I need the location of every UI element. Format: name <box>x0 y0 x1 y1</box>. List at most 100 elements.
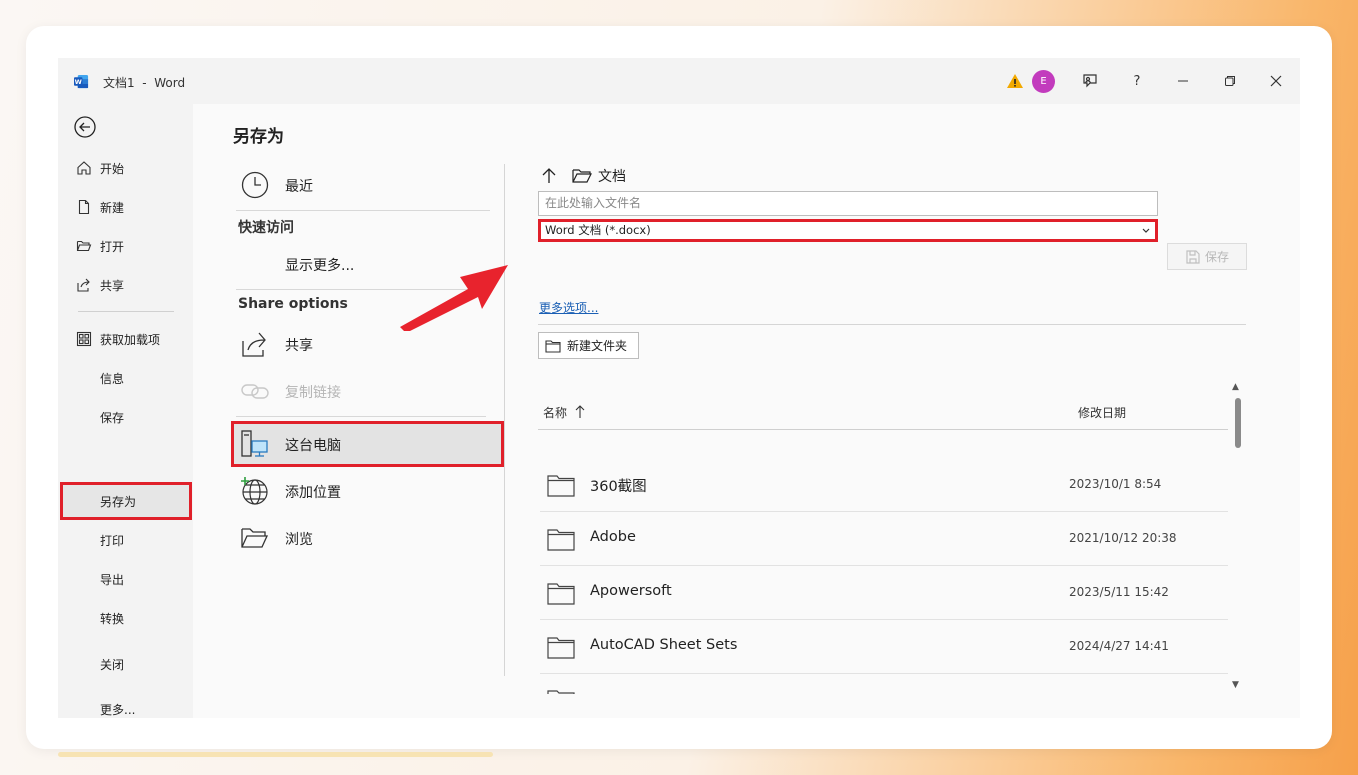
svg-text:W: W <box>75 78 83 86</box>
nav-export[interactable]: 导出 <box>58 564 193 594</box>
sort-ascending-icon <box>575 405 585 418</box>
scroll-up-icon[interactable]: ▲ <box>1232 382 1239 392</box>
user-avatar[interactable]: E <box>1032 70 1055 93</box>
nav-transform[interactable]: 转换 <box>58 603 193 633</box>
nav-print[interactable]: 打印 <box>58 525 193 555</box>
nav-label: 保存 <box>100 410 125 425</box>
file-row[interactable]: 360截图 2023/10/1 8:54 <box>540 458 1228 512</box>
file-type-select[interactable]: Word 文档 (*.docx) <box>538 219 1158 242</box>
this-pc-highlight <box>231 421 504 467</box>
folder-icon <box>547 690 575 694</box>
nav-divider <box>78 311 174 312</box>
nav-label: 关闭 <box>100 657 125 672</box>
location-this-pc[interactable]: 这台电脑 <box>285 435 341 455</box>
nav-info[interactable]: 信息 <box>58 363 193 393</box>
nav-get-addins[interactable]: 获取加载项 <box>58 324 193 354</box>
backstage-nav: 开始 新建 打开 共享 获取加载项 信息 保存 另存为 打印 导出 转换 关闭 … <box>58 104 193 718</box>
computer-icon <box>241 430 268 457</box>
folder-icon <box>547 475 575 497</box>
location-add-place[interactable]: 添加位置 <box>285 482 341 502</box>
up-arrow-icon[interactable] <box>540 167 558 185</box>
save-button[interactable]: 保存 <box>1167 243 1247 270</box>
addins-grid-icon <box>76 331 92 347</box>
word-window: W 文档1 - Word E ? 开始 新建 打开 共享 获取加载项 信息 保存… <box>58 58 1300 718</box>
red-annotation-arrow-icon <box>400 265 508 331</box>
close-icon <box>1270 75 1282 87</box>
open-folder-icon <box>76 240 92 252</box>
column-date-header[interactable]: 修改日期 <box>1078 404 1126 421</box>
file-row[interactable]: AutoCAD Sheet Sets 2024/4/27 14:41 <box>540 620 1228 674</box>
save-label: 保存 <box>1204 250 1229 264</box>
show-more-link[interactable]: 显示更多... <box>285 255 354 275</box>
decorative-underline <box>58 752 493 757</box>
folder-icon <box>547 583 575 605</box>
nav-label: 共享 <box>100 278 125 293</box>
nav-label: 信息 <box>100 371 125 386</box>
share-icon <box>77 278 90 292</box>
minimize-icon <box>1178 80 1188 82</box>
nav-label: 转换 <box>100 611 125 626</box>
nav-save-as[interactable]: 另存为 <box>58 486 193 516</box>
file-row[interactable]: Adobe 2021/10/12 20:38 <box>540 512 1228 566</box>
nav-save[interactable]: 保存 <box>58 402 193 432</box>
nav-label: 新建 <box>100 200 125 215</box>
nav-label: 获取加载项 <box>100 332 161 347</box>
page-title: 另存为 <box>233 127 284 147</box>
new-folder-icon <box>545 339 561 353</box>
nav-label: 导出 <box>100 572 125 587</box>
scroll-down-icon[interactable]: ▼ <box>1232 680 1239 690</box>
nav-label: 打开 <box>100 239 125 254</box>
folder-open-icon <box>241 528 269 548</box>
nav-label: 开始 <box>100 161 125 176</box>
restore-button[interactable] <box>1215 68 1245 94</box>
column-name-label: 名称 <box>543 406 568 420</box>
file-name: Apowersoft <box>590 583 672 599</box>
right-divider <box>538 324 1246 325</box>
file-name: AutoCAD Sheet Sets <box>590 637 738 653</box>
column-name-header[interactable]: 名称 <box>543 404 585 421</box>
warning-icon[interactable] <box>1006 72 1024 90</box>
save-icon <box>1186 249 1200 264</box>
back-arrow-icon[interactable] <box>73 115 97 139</box>
path-folder-name[interactable]: 文档 <box>598 166 626 186</box>
location-share[interactable]: 共享 <box>285 335 313 355</box>
mid-divider <box>236 210 490 211</box>
help-button[interactable]: ? <box>1122 68 1152 94</box>
scrollbar-thumb[interactable] <box>1235 398 1241 448</box>
folder-icon <box>572 169 592 183</box>
nav-share[interactable]: 共享 <box>58 270 193 300</box>
location-copy-link: 复制链接 <box>285 385 341 401</box>
list-header-divider <box>538 429 1228 430</box>
nav-home[interactable]: 开始 <box>58 153 193 183</box>
filename-input[interactable]: 在此处输入文件名 <box>538 191 1158 216</box>
file-name: 360截图 <box>590 479 647 495</box>
path-row: 文档 <box>540 166 626 186</box>
close-button[interactable] <box>1261 68 1291 94</box>
word-logo-icon: W <box>74 74 89 89</box>
help-icon: ? <box>1133 73 1141 89</box>
new-document-icon <box>78 199 90 215</box>
nav-more[interactable]: 更多... <box>58 694 193 718</box>
folder-icon <box>547 529 575 551</box>
mid-divider <box>236 416 486 417</box>
file-row[interactable]: Apowersoft 2023/5/11 15:42 <box>540 566 1228 620</box>
more-options-link[interactable]: 更多选项... <box>539 299 598 316</box>
location-browse[interactable]: 浏览 <box>285 529 313 549</box>
title-bar: W 文档1 - Word E ? <box>58 58 1300 104</box>
file-date: 2021/10/12 20:38 <box>1069 531 1177 545</box>
minimize-button[interactable] <box>1168 68 1198 94</box>
restore-icon <box>1225 76 1235 86</box>
nav-open[interactable]: 打开 <box>58 231 193 261</box>
nav-close[interactable]: 关闭 <box>58 649 193 679</box>
feedback-icon <box>1083 74 1097 88</box>
new-folder-label: 新建文件夹 <box>567 339 628 353</box>
file-date: 2023/5/11 15:42 <box>1069 585 1169 599</box>
nav-new[interactable]: 新建 <box>58 192 193 222</box>
new-folder-button[interactable]: 新建文件夹 <box>538 332 639 359</box>
feedback-button[interactable] <box>1075 68 1105 94</box>
column-date-label: 修改日期 <box>1078 406 1127 420</box>
column-divider <box>504 164 505 676</box>
globe-add-icon <box>241 477 268 505</box>
location-recent[interactable]: 最近 <box>285 176 313 196</box>
window-title: 文档1 - Word <box>103 76 186 90</box>
